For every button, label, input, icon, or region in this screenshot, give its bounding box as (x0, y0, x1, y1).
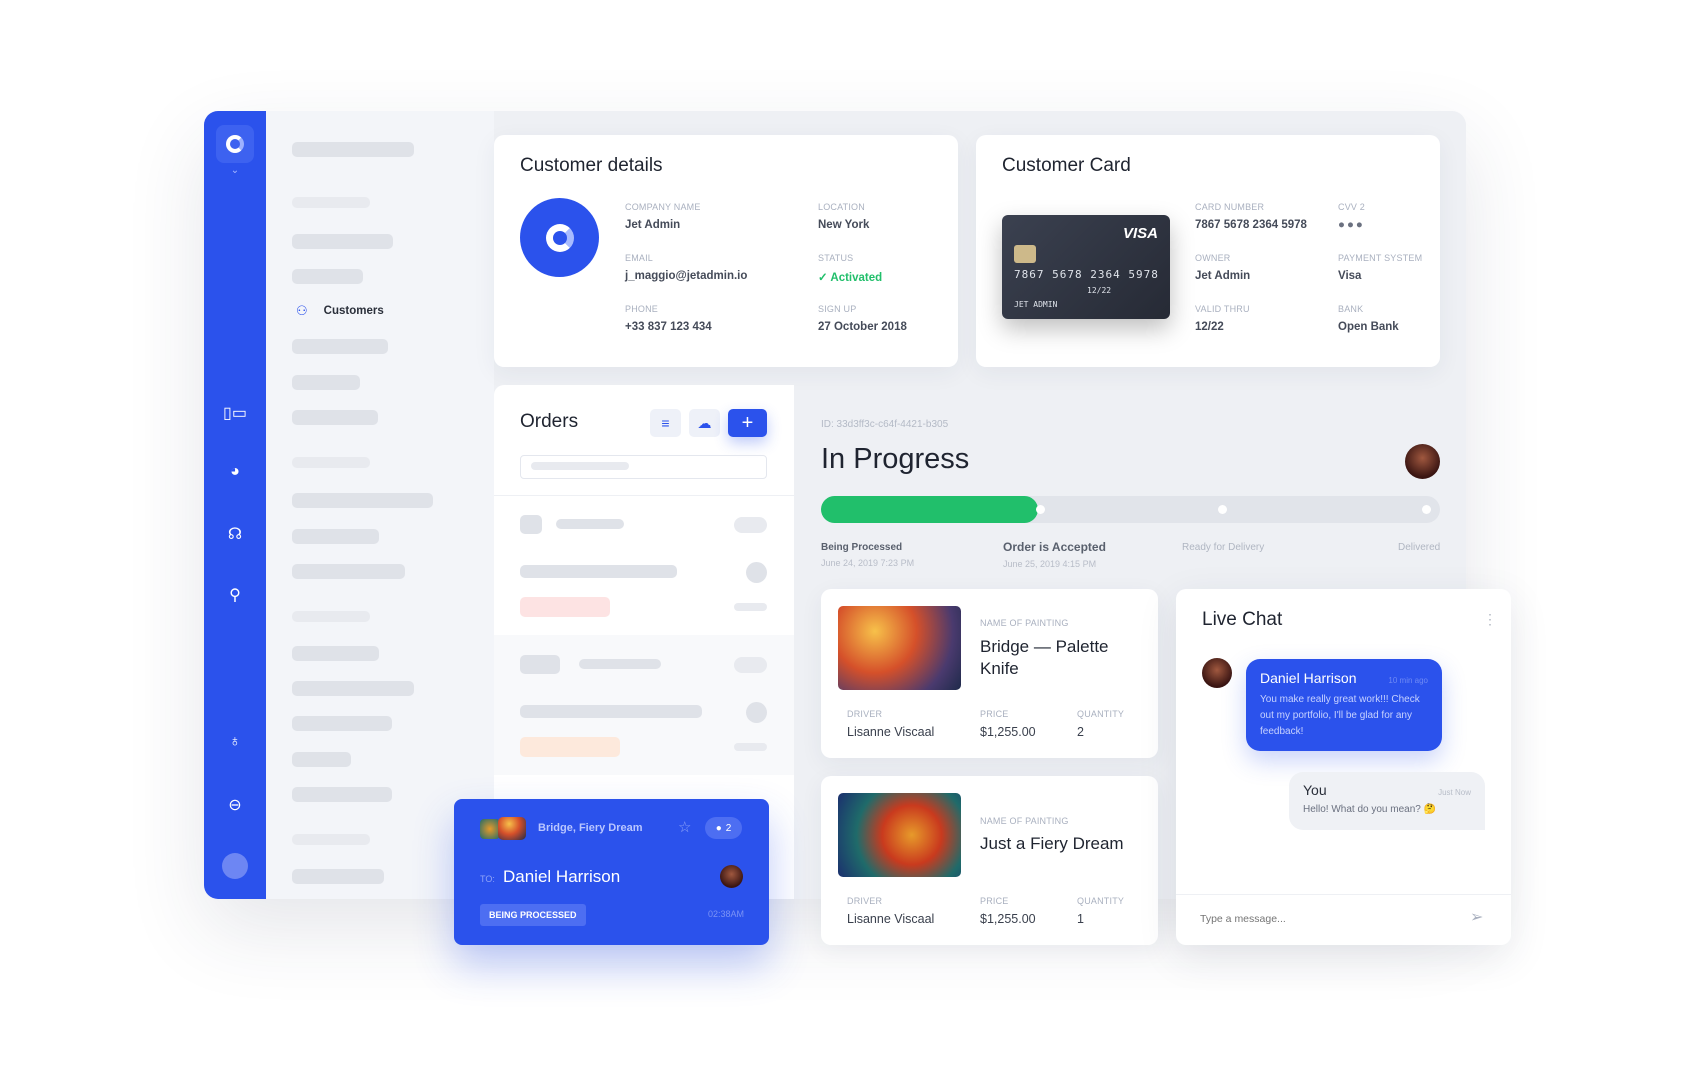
order-time: 02:38AM (708, 909, 745, 919)
painting-thumbnail (838, 606, 961, 690)
globe-icon[interactable]: ◕ (204, 463, 266, 481)
chip-icon (1014, 245, 1036, 263)
field-valid-thru: Valid Thru 12/22 (1195, 304, 1250, 333)
lightbulb-icon[interactable]: ♁ (204, 733, 266, 751)
credit-card-image: VISA 7867 5678 2364 5978 12/22 JET ADMIN (1002, 215, 1170, 319)
more-options-icon[interactable]: ⋮ (1483, 611, 1497, 628)
comments-badge[interactable]: ● 2 (705, 817, 742, 839)
send-icon[interactable]: ➢ (1470, 907, 1483, 927)
progress-title: In Progress (821, 443, 970, 475)
painting-thumbnail (838, 793, 961, 877)
progress-fill (821, 496, 1038, 523)
filter-button[interactable]: ≡ (650, 409, 681, 437)
message-input[interactable] (1200, 907, 1440, 931)
upload-button[interactable]: ☁ (689, 409, 720, 437)
message-outgoing: You Just Now Hello! What do you mean? 🤔 (1289, 772, 1485, 830)
card-expiry-print: 12/22 (1087, 286, 1112, 295)
field-email: Email j_maggio@jetadmin.io (625, 253, 748, 282)
card-title: Customer Card (1002, 155, 1131, 176)
nav-item-label: Customers (323, 305, 384, 317)
field-company: Company Name Jet Admin (625, 202, 701, 231)
order-id: ID: 33d3ff3c-c64f-4421-b305 (821, 419, 949, 430)
nav-panel: ⚇ Customers (266, 111, 494, 899)
card-number-print: 7867 5678 2364 5978 (1014, 268, 1159, 281)
orders-title: Orders (520, 411, 579, 432)
step-ready-delivery: Ready for Delivery (1182, 542, 1265, 553)
check-icon: ✓ (818, 272, 831, 284)
live-chat-panel: Live Chat ⋮ Daniel Harrison 10 min ago Yo… (1176, 589, 1511, 945)
painting-card[interactable]: Name of painting Just a Fiery Dream Drive… (821, 776, 1158, 945)
painting-name: Just a Fiery Dream (980, 834, 1124, 853)
field-bank: Bank Open Bank (1338, 304, 1399, 333)
floating-order-card[interactable]: Bridge, Fiery Dream ☆ ● 2 TO: Daniel Harr… (454, 799, 769, 945)
plus-icon: + (741, 411, 754, 434)
assignee-avatar[interactable] (1405, 444, 1440, 479)
order-title: Bridge, Fiery Dream (538, 822, 643, 834)
step-order-accepted: Order is Accepted June 25, 2019 4:15 PM (1003, 540, 1106, 569)
field-phone: Phone +33 837 123 434 (625, 304, 712, 333)
star-icon[interactable]: ☆ (678, 818, 691, 836)
customer-card-card: Customer Card VISA 7867 5678 2364 5978 1… (976, 135, 1440, 367)
painting-name: Bridge — Palette Knife (980, 637, 1109, 678)
company-logo (520, 198, 599, 277)
add-order-button[interactable]: + (728, 409, 767, 437)
logo-icon (226, 135, 244, 153)
message-incoming: Daniel Harrison 10 min ago You make reall… (1246, 659, 1442, 751)
nav-item-customers[interactable]: ⚇ Customers (296, 303, 384, 319)
field-cvv: CVV 2 ●●● (1338, 202, 1366, 231)
logo-button[interactable] (216, 125, 254, 163)
field-location: Location New York (818, 202, 870, 231)
card-title: Customer details (520, 155, 663, 176)
field-card-number: Card Number 7867 5678 2364 5978 (1195, 202, 1307, 231)
painting-thumbnail (498, 817, 526, 840)
painting-card[interactable]: Name of painting Bridge — Palette Knife D… (821, 589, 1158, 758)
painting-thumbnail (480, 819, 500, 839)
orders-search-input[interactable] (520, 455, 767, 479)
progress-bar (821, 496, 1440, 523)
chat-title: Live Chat (1202, 609, 1283, 630)
toggle-icon[interactable]: ⊖ (204, 795, 266, 815)
card-holder-print: JET ADMIN (1014, 300, 1058, 309)
recipient-name: Daniel Harrison (503, 867, 621, 886)
field-payment-system: Payment System Visa (1338, 253, 1423, 282)
comment-icon: ● (715, 822, 722, 834)
headset-icon[interactable]: ☊ (204, 524, 266, 544)
step-being-processed: Being Processed June 24, 2019 7:23 PM (821, 542, 915, 568)
recipient-avatar (720, 865, 743, 888)
avatar[interactable] (222, 853, 248, 879)
step-delivered: Delivered (1398, 542, 1441, 553)
field-status: Status ✓ Activated (818, 253, 883, 284)
to-label: TO: (480, 874, 495, 884)
search-icon[interactable]: ⚲ (204, 585, 266, 605)
field-signup: Sign Up 27 October 2018 (818, 304, 907, 333)
filter-icon: ≡ (661, 415, 670, 431)
dashboard-icon[interactable]: ▯▭ (204, 403, 266, 423)
field-owner: Owner Jet Admin (1195, 253, 1251, 282)
users-icon: ⚇ (296, 303, 308, 318)
status-badge: BEING PROCESSED (480, 904, 586, 926)
sidebar: ⌄ ▯▭ ◕ ☊ ⚲ ♁ ⊖ (204, 111, 266, 899)
chevron-down-icon[interactable]: ⌄ (204, 165, 266, 176)
customer-details-card: Customer details Company Name Jet Admin L… (494, 135, 958, 367)
visa-logo: VISA (1122, 225, 1158, 242)
cloud-upload-icon: ☁ (697, 414, 712, 431)
sender-avatar (1202, 658, 1232, 688)
status-badge: Activated (830, 272, 883, 284)
